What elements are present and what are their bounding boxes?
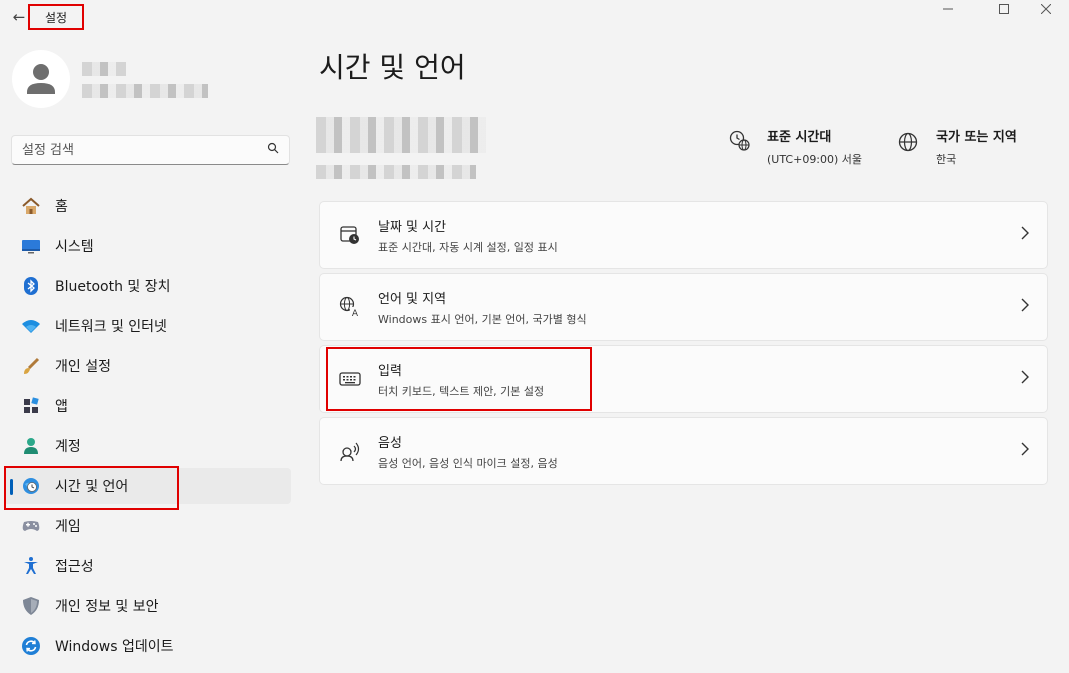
profile-name-redacted	[82, 62, 126, 76]
sidebar-item-label: 앱	[55, 399, 68, 415]
profile-email-redacted	[82, 84, 208, 98]
minimize-button[interactable]	[925, 0, 971, 18]
sidebar-item-label: 홈	[55, 199, 68, 215]
sidebar-item-label: 계정	[55, 439, 81, 455]
sidebar-item-gaming[interactable]: 게임	[4, 508, 291, 544]
sidebar-item-privacy[interactable]: 개인 정보 및 보안	[4, 588, 291, 624]
sidebar-item-label: 개인 정보 및 보안	[55, 599, 159, 615]
card-speech[interactable]: 음성 음성 언어, 음성 인식 마이크 설정, 음성	[319, 417, 1048, 485]
globe-icon	[898, 132, 918, 156]
page-title: 시간 및 언어	[319, 51, 466, 84]
card-subtitle: 터치 키보드, 텍스트 제안, 기본 설정	[378, 384, 545, 398]
keyboard-icon	[338, 367, 362, 391]
region-title: 국가 또는 지역	[936, 130, 1017, 145]
speech-icon	[338, 439, 362, 463]
back-arrow-icon: ←	[12, 8, 26, 26]
search-input[interactable]	[12, 136, 262, 164]
region-value: 한국	[936, 153, 957, 166]
sidebar-item-label: 게임	[55, 519, 81, 535]
shield-icon	[20, 595, 42, 617]
sidebar-item-label: 시간 및 언어	[55, 479, 129, 495]
close-button[interactable]	[1023, 0, 1069, 18]
calendar-clock-icon	[338, 223, 362, 247]
sidebar-item-personalization[interactable]: 개인 설정	[4, 348, 291, 384]
language-icon: A	[338, 295, 362, 319]
globe-clock-icon	[20, 475, 42, 497]
sidebar-item-system[interactable]: 시스템	[4, 228, 291, 264]
close-icon	[1041, 4, 1051, 14]
device-name-redacted	[316, 117, 486, 153]
sidebar-item-label: Windows 업데이트	[55, 639, 174, 655]
card-language-region[interactable]: A 언어 및 지역 Windows 표시 언어, 기본 언어, 국가별 형식	[319, 273, 1048, 341]
sidebar-item-accounts[interactable]: 계정	[4, 428, 291, 464]
app-title: 설정	[28, 4, 84, 30]
svg-text:A: A	[352, 309, 359, 318]
search-icon	[267, 142, 279, 157]
card-title: 입력	[378, 363, 402, 379]
card-subtitle: 음성 언어, 음성 인식 마이크 설정, 음성	[378, 456, 558, 470]
card-title: 언어 및 지역	[378, 291, 447, 307]
card-title: 음성	[378, 435, 402, 451]
selection-indicator	[10, 479, 13, 495]
timezone-title: 표준 시간대	[767, 130, 832, 145]
back-button[interactable]: ←	[8, 6, 30, 28]
wifi-icon	[20, 315, 42, 337]
chevron-right-icon	[1021, 298, 1029, 316]
minimize-icon	[943, 8, 953, 10]
sidebar-item-network[interactable]: 네트워크 및 인터넷	[4, 308, 291, 344]
card-subtitle: Windows 표시 언어, 기본 언어, 국가별 형식	[378, 312, 587, 326]
maximize-button[interactable]	[981, 0, 1027, 18]
maximize-icon	[999, 4, 1009, 14]
apps-icon	[20, 395, 42, 417]
sidebar-item-home[interactable]: 홈	[4, 188, 291, 224]
home-icon	[20, 195, 42, 217]
chevron-right-icon	[1021, 370, 1029, 388]
sidebar-item-apps[interactable]: 앱	[4, 388, 291, 424]
card-title: 날짜 및 시간	[378, 219, 447, 235]
sidebar-item-bluetooth[interactable]: Bluetooth 및 장치	[4, 268, 291, 304]
sidebar-item-label: 접근성	[55, 559, 94, 575]
device-info-redacted	[316, 165, 476, 179]
region-info[interactable]: 국가 또는 지역 한국	[898, 126, 1017, 167]
card-subtitle: 표준 시간대, 자동 시계 설정, 일정 표시	[378, 240, 558, 254]
settings-search[interactable]	[11, 135, 290, 165]
chevron-right-icon	[1021, 226, 1029, 244]
sidebar-item-label: 네트워크 및 인터넷	[55, 319, 167, 335]
card-date-time[interactable]: 날짜 및 시간 표준 시간대, 자동 시계 설정, 일정 표시	[319, 201, 1048, 269]
sidebar-item-windows-update[interactable]: Windows 업데이트	[4, 628, 291, 664]
card-typing[interactable]: 입력 터치 키보드, 텍스트 제안, 기본 설정	[319, 345, 1048, 413]
clock-globe-icon	[729, 130, 751, 156]
timezone-info[interactable]: 표준 시간대 (UTC+09:00) 서울	[729, 126, 862, 167]
sidebar-item-label: Bluetooth 및 장치	[55, 279, 171, 295]
update-icon	[20, 635, 42, 657]
chevron-right-icon	[1021, 442, 1029, 460]
avatar[interactable]	[12, 50, 70, 108]
account-icon	[20, 435, 42, 457]
bluetooth-icon	[20, 275, 42, 297]
sidebar-item-time-language[interactable]: 시간 및 언어	[4, 466, 291, 510]
sidebar-nav: 홈 시스템 Bluetooth 및 장치 네트워크 및 인터넷 개인 설정 앱	[4, 188, 291, 668]
accessibility-icon	[20, 555, 42, 577]
monitor-icon	[20, 235, 42, 257]
person-icon	[27, 64, 55, 94]
sidebar-item-label: 개인 설정	[55, 359, 111, 375]
sidebar-item-accessibility[interactable]: 접근성	[4, 548, 291, 584]
brush-icon	[20, 355, 42, 377]
gamepad-icon	[20, 515, 42, 537]
sidebar-item-label: 시스템	[55, 239, 94, 255]
timezone-value: (UTC+09:00) 서울	[767, 153, 863, 166]
